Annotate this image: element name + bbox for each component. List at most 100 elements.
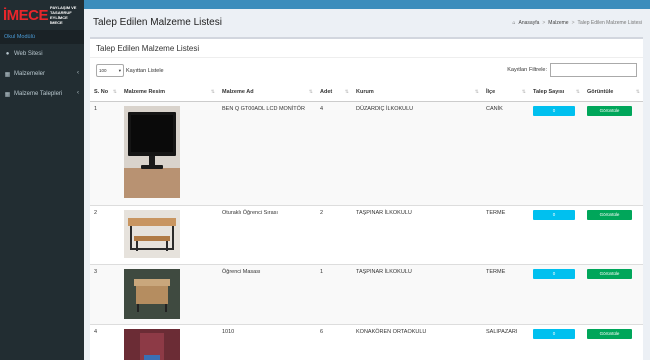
cell-view: Görüntüle — [583, 100, 643, 205]
sort-icon: ⇅ — [474, 89, 479, 95]
home-icon: ⌂ — [512, 20, 516, 26]
cell-image — [120, 323, 218, 360]
col-header-no[interactable]: S. No ⇅ — [90, 84, 120, 102]
breadcrumb-separator: > — [571, 20, 575, 26]
talep-count-button[interactable]: 0 — [533, 105, 575, 116]
cell-kurum: TAŞPINAR İLKOKULU — [352, 263, 482, 324]
col-header-kurum[interactable]: Kurum ⇅ — [352, 84, 482, 102]
table-header-row: S. No ⇅ Malzeme Resim ⇅ Malzeme Ad ⇅ Adet ⇅ … — [90, 84, 643, 102]
logo-subtitle-line1: PAYLAŞIM VE TASARRUF — [50, 4, 77, 15]
col-header-label: Malzeme Ad — [222, 89, 254, 96]
divider — [90, 57, 643, 58]
cell-ilce: SALIPAZARI — [482, 323, 529, 360]
table-row: 1 BEN Q GT00ADL LCD MONİTÖR 4 DÜZARDIÇ İ… — [90, 100, 643, 205]
cell-kurum: DÜZARDIÇ İLKOKULU — [352, 100, 482, 205]
cell-qty: 1 — [316, 263, 352, 324]
col-header-label: S. No — [94, 89, 109, 96]
col-header-label: İlçe — [486, 89, 496, 96]
col-header-label: Talep Sayısı — [533, 89, 565, 96]
col-header-image[interactable]: Malzeme Resim ⇅ — [120, 84, 218, 102]
breadcrumb-home[interactable]: Anasayfa — [519, 20, 540, 26]
sort-icon: ⇅ — [308, 89, 313, 95]
talep-count-button[interactable]: 0 — [533, 328, 575, 339]
logo-subtitle-line2: EYLİMCE İMECE — [50, 15, 68, 26]
cell-name: BEN Q GT00ADL LCD MONİTÖR — [218, 100, 316, 205]
table-row: 4 1010 6 KONAKÖREN ORTAOKULU SALIPAZARI … — [90, 323, 643, 360]
chevron-left-icon: ‹ — [77, 70, 79, 76]
filter-control: Kayıtları Filtrele: — [507, 63, 637, 77]
sidebar-item-label: Malzemeler — [14, 71, 46, 77]
table-image[interactable] — [124, 268, 180, 319]
chevron-down-icon: ▾ — [118, 67, 121, 73]
cell-name: 1010 — [218, 323, 316, 360]
logo[interactable]: İMECE PAYLAŞIM VE TASARRUF EYLİMCE İMECE — [0, 0, 84, 30]
sidebar-section-header: Okul Modülü — [0, 30, 84, 44]
col-header-view[interactable]: Görüntüle ⇅ — [583, 84, 643, 102]
cell-image — [120, 263, 218, 324]
sidebar-item-malzemeler[interactable]: ▦ Malzemeler ‹ — [0, 64, 84, 84]
cell-view: Görüntüle — [583, 263, 643, 324]
col-header-label: Malzeme Resim — [124, 89, 165, 96]
col-header-name[interactable]: Malzeme Ad ⇅ — [218, 84, 316, 102]
content-header: Talep Edilen Malzeme Listesi ⌂ Anasayfa … — [84, 9, 650, 37]
col-header-talep[interactable]: Talep Sayısı ⇅ — [529, 84, 583, 102]
talep-count-button[interactable]: 0 — [533, 209, 575, 220]
monitor-image[interactable] — [124, 105, 180, 198]
col-header-ilce[interactable]: İlçe ⇅ — [482, 84, 529, 102]
view-button[interactable]: Görüntüle — [587, 268, 632, 279]
cell-talep: 0 — [529, 100, 583, 205]
breadcrumb-malzeme[interactable]: Malzeme — [548, 20, 568, 26]
breadcrumb-current: Talep Edilen Malzeme Listesi — [577, 20, 642, 26]
top-navbar — [0, 0, 650, 9]
filter-input[interactable] — [550, 63, 637, 77]
sidebar-item-label: Malzeme Talepleri — [14, 91, 63, 97]
cell-qty: 4 — [316, 100, 352, 205]
chair-image[interactable] — [124, 328, 180, 360]
cell-ilce: TERME — [482, 263, 529, 324]
breadcrumb: ⌂ Anasayfa > Malzeme > Talep Edilen Malz… — [512, 20, 642, 26]
col-header-label: Adet — [320, 89, 333, 96]
talep-count-button[interactable]: 0 — [533, 268, 575, 279]
sidebar-item-label: Web Sitesi — [14, 51, 43, 57]
view-button[interactable]: Görüntüle — [587, 328, 632, 339]
desk-image[interactable] — [124, 209, 180, 258]
length-select[interactable]: 100 ▾ — [96, 64, 124, 77]
col-header-label: Görüntüle — [587, 89, 614, 96]
materials-table: S. No ⇅ Malzeme Resim ⇅ Malzeme Ad ⇅ Adet ⇅ … — [90, 84, 643, 360]
cell-ilce: TERME — [482, 204, 529, 264]
sidebar-item-malzeme-talepleri[interactable]: ▦ Malzeme Talepleri ‹ — [0, 84, 84, 104]
cell-image — [120, 100, 218, 205]
chevron-left-icon: ‹ — [77, 90, 79, 96]
cell-kurum: KONAKÖREN ORTAOKULU — [352, 323, 482, 360]
boxes-icon: ▦ — [4, 71, 11, 78]
sidebar-item-web-sitesi[interactable]: ● Web Sitesi — [0, 44, 84, 64]
globe-icon: ● — [5, 51, 10, 57]
cell-no: 3 — [90, 263, 120, 324]
cell-no: 2 — [90, 204, 120, 264]
filter-label: Kayıtları Filtrele: — [507, 67, 547, 73]
boxes-icon: ▦ — [4, 91, 11, 98]
view-button[interactable]: Görüntüle — [587, 105, 632, 116]
table-row: 3 Öğrenci Masası 1 TAŞPINAR İLKOKULU TER… — [90, 263, 643, 324]
cell-no: 1 — [90, 100, 120, 205]
sort-icon: ⇅ — [112, 89, 117, 95]
page-title: Talep Edilen Malzeme Listesi — [93, 17, 222, 28]
box-title: Talep Edilen Malzeme Listesi — [96, 44, 200, 53]
sort-icon: ⇅ — [210, 89, 215, 95]
list-box: Talep Edilen Malzeme Listesi 100 ▾ Kayıt… — [90, 37, 643, 360]
cell-name: Oturaklı Öğrenci Sırası — [218, 204, 316, 264]
cell-kurum: TAŞPINAR İLKOKULU — [352, 204, 482, 264]
cell-qty: 2 — [316, 204, 352, 264]
sort-icon: ⇅ — [635, 89, 640, 95]
sort-icon: ⇅ — [521, 89, 526, 95]
sort-icon: ⇅ — [575, 89, 580, 95]
cell-ilce: CANİK — [482, 100, 529, 205]
cell-qty: 6 — [316, 323, 352, 360]
cell-talep: 0 — [529, 323, 583, 360]
col-header-qty[interactable]: Adet ⇅ — [316, 84, 352, 102]
sidebar: Okul Modülü ● Web Sitesi ▦ Malzemeler ‹ … — [0, 30, 84, 360]
table-row: 2 Oturaklı Öğrenci Sırası 2 TAŞPINAR İLK… — [90, 204, 643, 264]
view-button[interactable]: Görüntüle — [587, 209, 632, 220]
length-label: Kayıttan Listele — [126, 67, 164, 74]
breadcrumb-separator: > — [542, 20, 546, 26]
